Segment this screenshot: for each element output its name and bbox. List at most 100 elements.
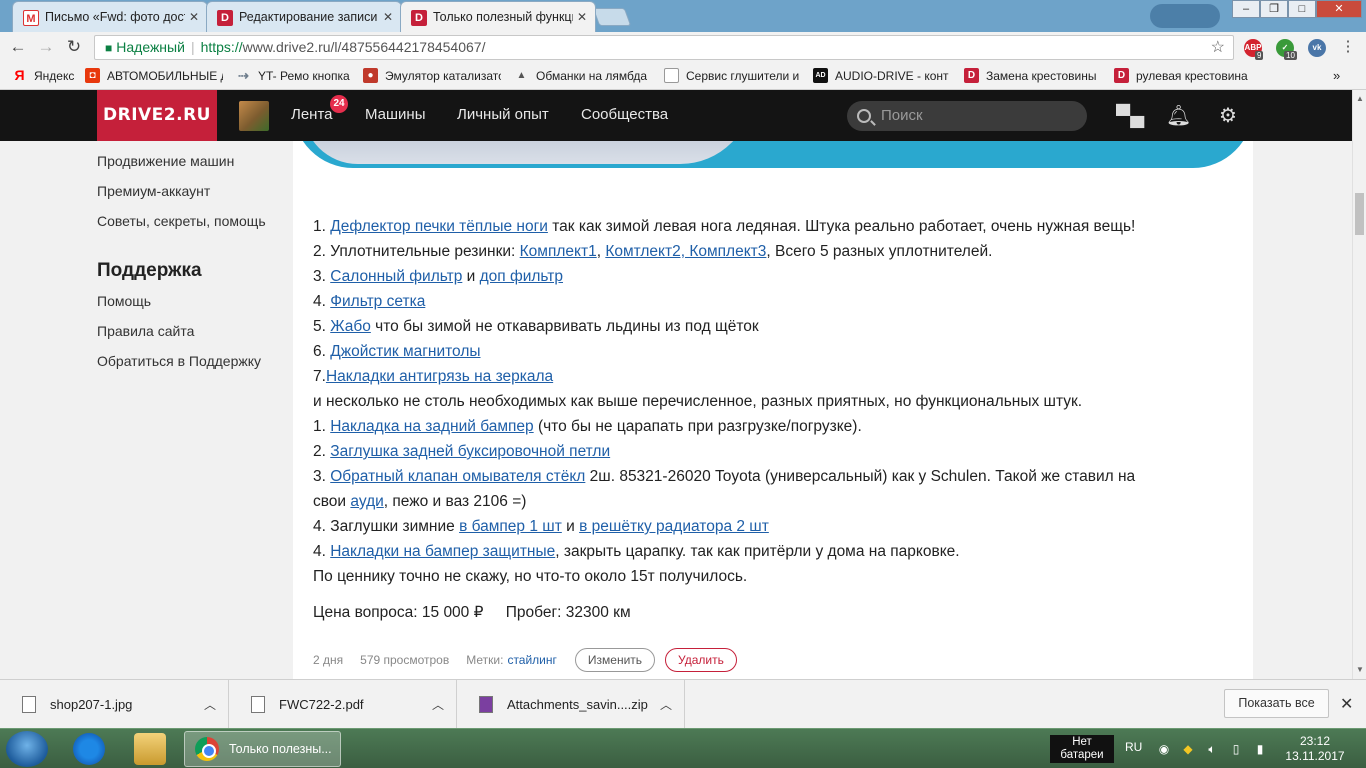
sidebar-item-tips[interactable]: Советы, секреты, помощь [97, 213, 266, 229]
post-link[interactable]: Фильтр сетка [330, 293, 425, 310]
bookmark-item[interactable]: ⇢ YT- Ремо кнопка [236, 68, 351, 83]
scroll-down-icon[interactable]: ▼ [1356, 665, 1364, 674]
forward-icon[interactable]: → [36, 37, 56, 57]
close-icon[interactable]: ✕ [189, 10, 199, 24]
window-close-button[interactable]: ✕ [1316, 0, 1362, 18]
network-icon[interactable]: ◉ [1156, 741, 1172, 757]
close-icon[interactable]: ✕ [383, 10, 393, 24]
bookmark-item[interactable]: Dрулевая крестовина [1114, 68, 1250, 83]
reload-icon[interactable]: ↻ [64, 37, 84, 57]
post-link[interactable]: ауди [350, 493, 383, 510]
bookmark-item[interactable]: ◘ АВТОМОБИЛЬНЫЕ д [85, 68, 223, 83]
security-icon[interactable]: ◆ [1180, 741, 1196, 757]
shop-icon: ◘ [85, 68, 100, 83]
bookmark-item[interactable]: D Замена крестовины [964, 68, 1100, 83]
post-link[interactable]: Комтлект2, Комплект3 [605, 243, 766, 260]
avatar[interactable] [239, 101, 269, 131]
link-icon: ⇢ [238, 68, 249, 83]
download-item[interactable]: shop207-1.jpg ︿ [0, 680, 229, 729]
messages-icon[interactable]: ▀▄ [1116, 104, 1144, 128]
post-link[interactable]: Джойстик магнитолы [330, 343, 480, 360]
post-link[interactable]: доп фильтр [480, 268, 563, 285]
post-link[interactable]: в бампер 1 шт [459, 518, 562, 535]
post-text-segment: и [462, 268, 480, 285]
bookmark-item[interactable]: Сервис глушители и [664, 68, 800, 83]
scroll-thumb[interactable] [1355, 193, 1364, 235]
battery-icon[interactable]: ▯ [1228, 741, 1244, 757]
sidebar-item-promotion[interactable]: Продвижение машин [97, 153, 234, 169]
post-link[interactable]: Дефлектор печки тёплые ноги [330, 218, 548, 235]
browser-toolbar: ← → ↻ ■ Надежный | https://www.drive2.ru/l/… [0, 32, 1366, 62]
bookmark-item[interactable]: ▲ Обманки на лямбда [514, 68, 650, 83]
bookmark-item[interactable]: ● Эмулятор катализато [363, 68, 501, 83]
post-link[interactable]: Заглушка задней буксировочной петли [330, 443, 610, 460]
post-link[interactable]: Жабо [330, 318, 371, 335]
tab-gmail[interactable]: M Письмо «Fwd: фото доставки ✕ [12, 1, 208, 32]
new-tab-button[interactable] [592, 8, 632, 26]
chevron-up-icon[interactable]: ︿ [204, 696, 216, 713]
sidebar-item-premium[interactable]: Премиум-аккаунт [97, 183, 210, 199]
language-indicator[interactable]: RU [1125, 740, 1142, 754]
nav-cars[interactable]: Машины [365, 106, 425, 123]
signal-icon[interactable]: ▮ [1252, 741, 1268, 757]
app-icon[interactable] [73, 733, 105, 765]
start-button[interactable] [6, 731, 48, 767]
post-link[interactable]: в решётку радиатора 2 шт [579, 518, 769, 535]
scrollbar[interactable]: ▲ ▼ [1352, 90, 1366, 679]
site-logo[interactable]: DRIVE2.RU [97, 90, 217, 141]
profile-button[interactable] [1150, 4, 1220, 28]
scroll-up-icon[interactable]: ▲ [1356, 94, 1364, 103]
chevron-up-icon[interactable]: ︿ [660, 696, 672, 713]
search-input[interactable]: Поиск [847, 101, 1087, 131]
bookmark-item[interactable]: AD AUDIO-DRIVE - конт [813, 68, 953, 83]
bookmark-label: Сервис глушители и [686, 68, 800, 83]
vk-icon[interactable]: vk [1308, 39, 1326, 57]
close-icon[interactable]: ✕ [1340, 694, 1353, 714]
sidebar-item-contact[interactable]: Обратиться в Поддержку [97, 353, 261, 369]
post-line: 4. Накладки на бампер защитные, закрыть … [313, 539, 1233, 564]
edit-button[interactable]: Изменить [574, 648, 656, 672]
page-body: Продвижение машин Премиум-аккаунт Советы… [0, 141, 1352, 679]
post-link[interactable]: Накладки на бампер защитные [330, 543, 555, 560]
bookmark-item[interactable]: Я Яндекс [12, 68, 74, 83]
sidebar-item-rules[interactable]: Правила сайта [97, 323, 194, 339]
tab-active[interactable]: D Только полезный функционал ✕ [400, 1, 596, 32]
restore-button[interactable]: ❐ [1260, 0, 1288, 18]
bell-icon[interactable]: 🔔︎ [1166, 104, 1191, 128]
nav-experience[interactable]: Личный опыт [457, 106, 549, 123]
back-icon[interactable]: ← [8, 37, 28, 57]
more-bookmarks-icon[interactable]: » [1333, 68, 1340, 83]
taskbar-chrome-window[interactable]: Только полезны... [184, 731, 341, 767]
delete-button[interactable]: Удалить [665, 648, 737, 672]
post-link[interactable]: Накладки антигрязь на зеркала [326, 368, 553, 385]
post-text-segment: 3. [313, 468, 331, 485]
clock-date: 13.11.2017 [1285, 749, 1345, 763]
downloads-bar: shop207-1.jpg ︿ FWC722-2.pdf ︿ Attachmen… [0, 679, 1366, 729]
address-bar[interactable]: ■ Надежный | https://www.drive2.ru/l/487556… [94, 35, 1234, 60]
folder-icon[interactable] [134, 733, 166, 765]
tab-edit-post[interactable]: D Редактирование записи ✕ [206, 1, 402, 32]
download-item[interactable]: Attachments_savin....zip ︿ [457, 680, 685, 729]
tag-link[interactable]: стайлинг [507, 653, 556, 667]
system-clock[interactable]: 23:12 13.11.2017 [1283, 734, 1347, 764]
extension-badge: 10 [1284, 51, 1297, 60]
secure-label: Надежный [116, 39, 185, 55]
bookmark-star-icon[interactable]: ☆ [1211, 36, 1225, 59]
gear-icon[interactable]: ⚙ [1216, 104, 1240, 128]
post-link[interactable]: Накладка на задний бампер [330, 418, 533, 435]
nav-communities[interactable]: Сообщества [581, 106, 668, 123]
post-link[interactable]: Салонный фильтр [330, 268, 462, 285]
maximize-button[interactable]: □ [1288, 0, 1316, 18]
download-item[interactable]: FWC722-2.pdf ︿ [229, 680, 457, 729]
sidebar-item-help[interactable]: Помощь [97, 293, 151, 309]
minimize-button[interactable]: – [1232, 0, 1260, 18]
search-icon [857, 109, 871, 123]
menu-icon[interactable]: ⋮ [1338, 37, 1358, 57]
volume-icon[interactable]: 🔈︎ [1204, 741, 1220, 757]
close-icon[interactable]: ✕ [577, 10, 587, 24]
post-link[interactable]: Комплект1 [520, 243, 597, 260]
post-link[interactable]: Обратный клапан омывателя стёкл [330, 468, 585, 485]
show-all-downloads-button[interactable]: Показать все [1224, 689, 1329, 718]
nav-feed[interactable]: Лента [291, 106, 333, 123]
chevron-up-icon[interactable]: ︿ [432, 696, 444, 713]
